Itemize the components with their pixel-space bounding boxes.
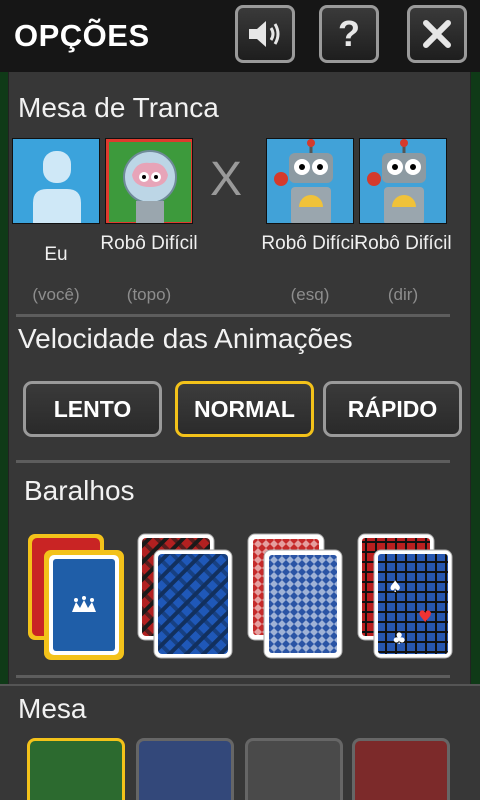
robot-icon — [360, 139, 446, 223]
deck-option-diamonds[interactable] — [246, 532, 346, 660]
deck-option-suits[interactable]: ♠ ♥ ♣ — [356, 532, 456, 660]
versus-label: X — [210, 153, 243, 206]
player-position: (topo) — [126, 285, 172, 304]
close-icon — [420, 17, 454, 51]
robot-icon — [267, 139, 353, 223]
sound-button[interactable] — [235, 5, 295, 63]
deck-option-plaid[interactable] — [136, 532, 236, 660]
svg-text:♥: ♥ — [418, 607, 432, 626]
player-avatar-me[interactable] — [12, 138, 100, 224]
page-title: OPÇÕES — [14, 18, 150, 53]
felt-option-green[interactable] — [27, 738, 125, 800]
options-header: OPÇÕES ? — [0, 0, 480, 72]
player-name: Eu — [44, 244, 68, 265]
section-title-felt: Mesa — [18, 693, 87, 724]
player-name: Robô Difícil — [261, 233, 359, 254]
player-position: (você) — [32, 285, 80, 304]
section-divider — [16, 314, 450, 317]
section-divider — [16, 675, 450, 678]
robot-brain-icon — [106, 139, 192, 223]
player-name: Robô Difícil — [354, 233, 452, 254]
felt-option-gray[interactable] — [245, 738, 343, 800]
felt-option-red[interactable] — [352, 738, 450, 800]
speed-slow-button[interactable]: LENTO — [23, 381, 162, 437]
player-avatar-top[interactable] — [105, 138, 193, 224]
user-avatar-icon — [13, 139, 99, 223]
close-button[interactable] — [407, 5, 467, 63]
section-title-decks: Baralhos — [24, 475, 135, 506]
section-title-table: Mesa de Tranca — [18, 92, 219, 123]
speed-fast-button[interactable]: RÁPIDO — [323, 381, 462, 437]
felt-option-blue[interactable] — [136, 738, 234, 800]
player-avatar-right[interactable] — [359, 138, 447, 224]
speaker-icon — [246, 18, 284, 50]
help-icon: ? — [338, 13, 360, 54]
speed-normal-button[interactable]: NORMAL — [175, 381, 314, 437]
player-name: Robô Difícil — [100, 233, 198, 254]
player-avatar-left[interactable] — [266, 138, 354, 224]
svg-text:♣: ♣ — [392, 629, 406, 648]
player-position: (dir) — [387, 285, 419, 304]
help-button[interactable]: ? — [319, 5, 379, 63]
player-position: (esq) — [290, 285, 330, 304]
section-title-speed: Velocidade das Animações — [18, 323, 353, 354]
deck-option-joker[interactable] — [26, 532, 126, 660]
svg-text:♠: ♠ — [388, 577, 402, 596]
section-divider — [16, 460, 450, 463]
